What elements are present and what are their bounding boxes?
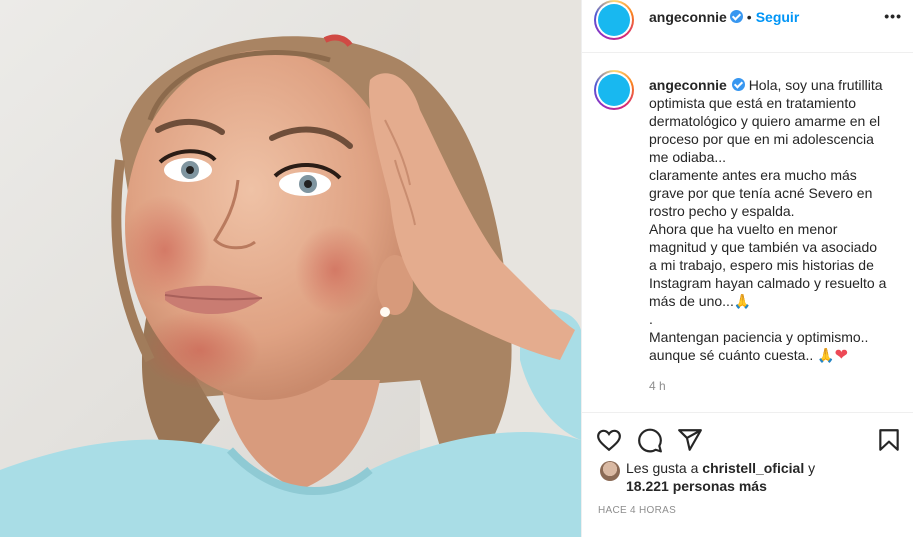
pray-emoji-icon: 🙏 (817, 347, 835, 363)
caption-line: . (649, 311, 653, 327)
liker-avatar[interactable] (600, 461, 620, 481)
likes-suffix: y (808, 460, 816, 476)
caption-line: a mi trabajo, espero mis historias de (649, 257, 874, 273)
caption-line: Ahora que ha vuelto en menor (649, 221, 838, 237)
caption-line: Instagram hayan calmado y resuelto a (649, 275, 887, 291)
heart-emoji-icon: ❤ (834, 347, 848, 364)
comment-icon[interactable] (637, 427, 663, 453)
actions-section: Les gusta a christell_oficial y 18.221 p… (582, 412, 913, 532)
caption-avatar[interactable] (594, 70, 634, 110)
caption-username[interactable]: angeconnie (649, 77, 727, 93)
caption-line: grave por que tenía acné Severo en (649, 185, 873, 201)
pray-emoji-icon: 🙏 (733, 293, 752, 309)
caption-line: dermatológico y quiero amarme en el (649, 113, 881, 129)
verified-badge-icon (731, 78, 745, 91)
likes-text: Les gusta a christell_oficial y (626, 459, 815, 477)
more-options-icon[interactable]: ••• (884, 8, 902, 24)
paper-plane-icon[interactable] (677, 427, 703, 453)
bookmark-icon[interactable] (876, 427, 902, 453)
caption-line: aunque sé cuánto cuesta.. 🙏❤ (649, 346, 901, 365)
caption-line-text: aunque sé cuánto cuesta.. (649, 347, 814, 363)
posted-time[interactable]: HACE 4 HORAS (598, 505, 676, 516)
caption-line-text: más de uno... (649, 293, 734, 309)
header-username[interactable]: angeconnie (649, 9, 727, 25)
likes-count[interactable]: 18.221 personas más (626, 477, 767, 495)
caption-timestamp[interactable]: 4 h (649, 379, 666, 393)
caption-line: me odiaba... (649, 149, 727, 165)
header-user: angeconnie • Seguir (649, 9, 799, 25)
caption-line: proceso por que en mi adolescencia (649, 131, 874, 147)
caption-line-text: Hola, soy una frutillita (748, 77, 883, 93)
caption-text: angeconnie Hola, soy una frutillita opti… (649, 76, 901, 365)
caption-line: magnitud y que también va asociado (649, 239, 878, 255)
caption-line: optimista que está en tratamiento (649, 95, 857, 111)
dot-separator: • (746, 9, 752, 25)
header-avatar[interactable] (594, 0, 634, 40)
heart-outline-icon[interactable] (596, 427, 622, 453)
post-photo[interactable] (0, 0, 581, 537)
caption-line: rostro pecho y espalda. (649, 203, 795, 219)
follow-button[interactable]: Seguir (756, 9, 800, 25)
caption-line: Mantengan paciencia y optimismo.. (649, 329, 869, 345)
post-side-panel: angeconnie • Seguir ••• angeconnie Hola, s… (581, 0, 913, 537)
caption-line: angeconnie Hola, soy una frutillita (649, 76, 901, 94)
caption-line: claramente antes era mucho más (649, 167, 857, 183)
post-header: angeconnie • Seguir ••• (582, 0, 913, 53)
selfie-image (0, 0, 581, 537)
verified-badge-icon (729, 10, 743, 23)
liker-username[interactable]: christell_oficial (702, 460, 804, 476)
caption-line: más de uno...🙏 (649, 292, 901, 310)
likes-prefix: Les gusta a (626, 460, 699, 476)
